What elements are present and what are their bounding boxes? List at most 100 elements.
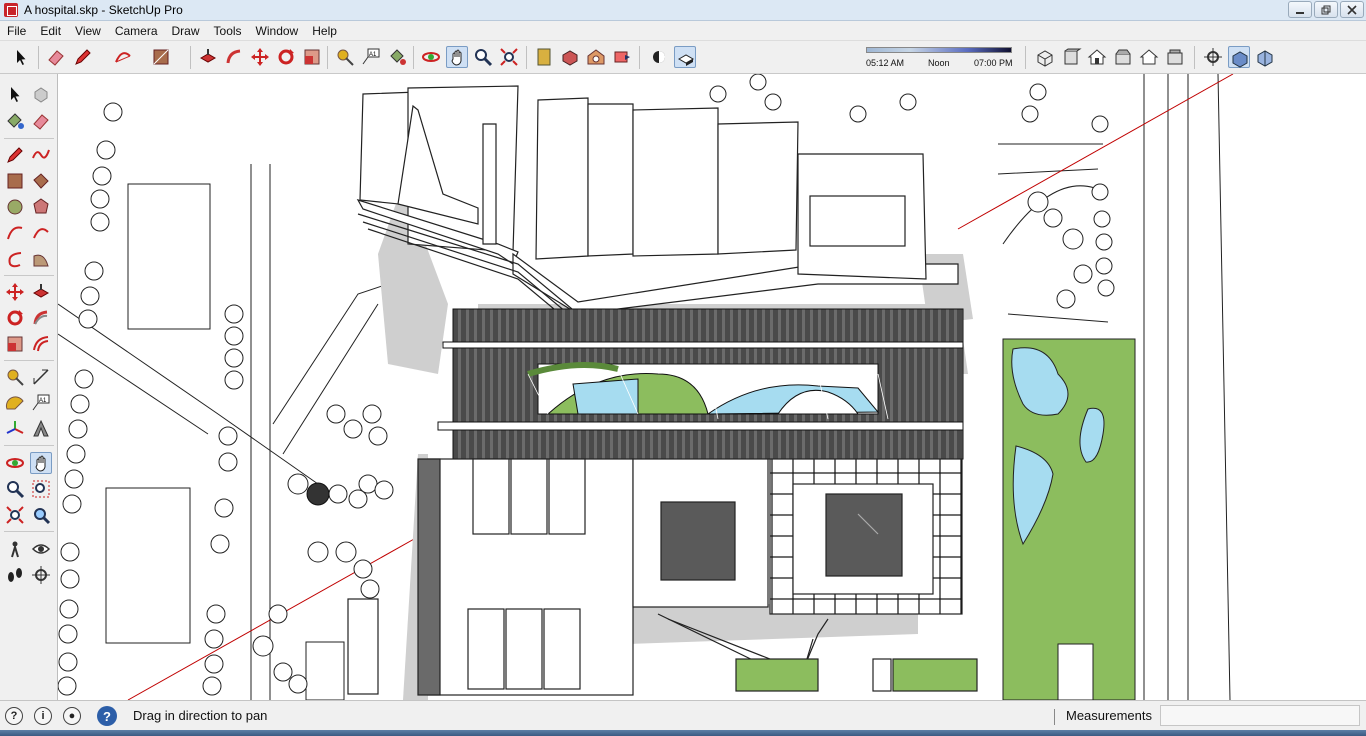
restore-button[interactable]: [1314, 1, 1338, 18]
display-shadows-icon[interactable]: [674, 46, 696, 68]
line-icon[interactable]: [4, 144, 26, 166]
zoom-icon[interactable]: [472, 46, 494, 68]
user-account-icon[interactable]: ●: [63, 707, 81, 725]
axes-icon[interactable]: [4, 418, 26, 440]
pie-icon[interactable]: [30, 248, 52, 270]
north-towers: [356, 85, 959, 330]
dimension-icon[interactable]: [30, 366, 52, 388]
minimize-button[interactable]: [1288, 1, 1312, 18]
iso-view-icon[interactable]: [1034, 46, 1056, 68]
eraser-icon[interactable]: [30, 110, 52, 132]
freehand-icon[interactable]: [30, 144, 52, 166]
menu-bar: File Edit View Camera Draw Tools Window …: [0, 21, 1366, 41]
scale-icon[interactable]: [4, 333, 26, 355]
arc-icon[interactable]: [112, 46, 134, 68]
sketchup-logo-icon: [4, 3, 18, 17]
tape-measure-icon[interactable]: [4, 366, 26, 388]
menu-camera[interactable]: Camera: [108, 21, 165, 41]
arc-icon[interactable]: [4, 222, 26, 244]
shadow-settings-icon[interactable]: [648, 46, 670, 68]
section-plane-icon[interactable]: [1202, 46, 1224, 68]
status-bar: ? i ● ? Drag in direction to pan Measure…: [0, 700, 1366, 730]
polygon-icon[interactable]: [30, 196, 52, 218]
menu-help[interactable]: Help: [305, 21, 344, 41]
back-view-icon[interactable]: [1138, 46, 1160, 68]
push-pull-icon[interactable]: [30, 281, 52, 303]
time-noon-label: Noon: [928, 58, 950, 68]
large-tool-set: A1: [0, 74, 58, 700]
right-view-icon[interactable]: [1112, 46, 1134, 68]
display-section-cuts-icon[interactable]: [1254, 46, 1276, 68]
measurements-input[interactable]: [1160, 705, 1360, 726]
paint-bucket-icon[interactable]: [4, 110, 26, 132]
close-button[interactable]: [1340, 1, 1364, 18]
rectangle-icon[interactable]: [150, 46, 172, 68]
menu-view[interactable]: View: [68, 21, 108, 41]
components-icon[interactable]: [559, 46, 581, 68]
credits-info-icon[interactable]: i: [34, 707, 52, 725]
push-pull-icon[interactable]: [197, 46, 219, 68]
protractor-icon[interactable]: [4, 392, 26, 414]
instructor-help-icon[interactable]: ?: [97, 706, 117, 726]
two-point-arc-icon[interactable]: [30, 222, 52, 244]
menu-file[interactable]: File: [0, 21, 33, 41]
section-plane-icon[interactable]: [30, 564, 52, 586]
text-icon[interactable]: A1: [30, 392, 52, 414]
rectangle-icon[interactable]: [4, 170, 26, 192]
look-around-icon[interactable]: [30, 538, 52, 560]
park-strip: [1002, 338, 1136, 700]
component-icon[interactable]: [30, 83, 52, 105]
svg-text:A1: A1: [369, 52, 377, 58]
model-info-icon[interactable]: [533, 46, 555, 68]
paint-bucket-icon[interactable]: [386, 46, 408, 68]
send-icon[interactable]: [611, 46, 633, 68]
walk-icon[interactable]: [4, 564, 26, 586]
follow-me-icon[interactable]: [223, 46, 245, 68]
3d-text-icon[interactable]: [30, 418, 52, 440]
model-viewport[interactable]: [58, 74, 1366, 700]
circle-icon[interactable]: [4, 196, 26, 218]
geo-location-icon[interactable]: ?: [5, 707, 23, 725]
zoom-extents-icon[interactable]: [4, 504, 26, 526]
pencil-icon[interactable]: [72, 46, 94, 68]
zoom-extents-icon[interactable]: [498, 46, 520, 68]
scale-icon[interactable]: [301, 46, 323, 68]
menu-tools[interactable]: Tools: [207, 21, 249, 41]
tape-measure-icon[interactable]: [334, 46, 356, 68]
move-icon[interactable]: [4, 281, 26, 303]
text-icon[interactable]: A1: [360, 46, 382, 68]
rotated-rectangle-icon[interactable]: [30, 170, 52, 192]
home-view-icon[interactable]: [1086, 46, 1108, 68]
pan-icon[interactable]: [30, 452, 52, 474]
rotate-icon[interactable]: [4, 307, 26, 329]
select-icon[interactable]: [4, 83, 26, 105]
warehouse-icon[interactable]: [585, 46, 607, 68]
left-view-icon[interactable]: [1164, 46, 1186, 68]
previous-view-icon[interactable]: [30, 504, 52, 526]
menu-edit[interactable]: Edit: [33, 21, 68, 41]
select-icon[interactable]: [10, 46, 32, 68]
orbit-icon[interactable]: [420, 46, 442, 68]
offset-icon[interactable]: [30, 333, 52, 355]
zoom-icon[interactable]: [4, 478, 26, 500]
menu-draw[interactable]: Draw: [165, 21, 207, 41]
hospital-model-drawing: [58, 74, 1234, 700]
move-icon[interactable]: [249, 46, 271, 68]
status-hint: Drag in direction to pan: [133, 708, 268, 723]
menu-window[interactable]: Window: [249, 21, 306, 41]
pan-icon[interactable]: [446, 46, 468, 68]
shadow-time-slider[interactable]: [866, 47, 1012, 53]
south-block: [347, 458, 978, 696]
rotate-icon[interactable]: [275, 46, 297, 68]
os-taskbar: [0, 730, 1366, 736]
display-section-plane-icon[interactable]: [1228, 46, 1250, 68]
orbit-icon[interactable]: [4, 452, 26, 474]
front-view-icon[interactable]: [1060, 46, 1082, 68]
position-camera-icon[interactable]: [4, 538, 26, 560]
follow-me-icon[interactable]: [30, 307, 52, 329]
eraser-icon[interactable]: [45, 46, 67, 68]
restore-icon: [1321, 5, 1331, 14]
sketchup-window: A hospital.skp - SketchUp Pro File Edit …: [0, 0, 1366, 736]
zoom-window-icon[interactable]: [30, 478, 52, 500]
three-point-arc-icon[interactable]: [4, 248, 26, 270]
